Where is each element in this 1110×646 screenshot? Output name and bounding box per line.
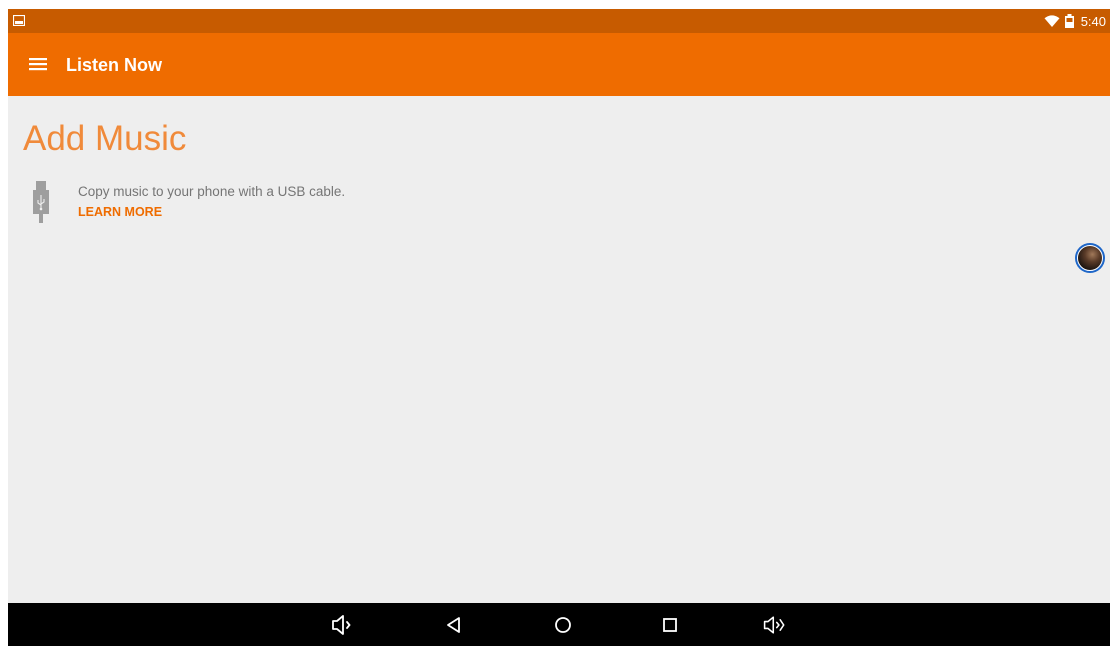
volume-down-button[interactable] [330,612,356,638]
clock: 5:40 [1080,13,1106,29]
volume-up-button[interactable] [762,612,788,638]
menu-icon [29,58,47,71]
usb-hint-text: Copy music to your phone with a USB cabl… [78,184,346,199]
recents-icon [663,618,677,632]
battery-icon [1064,14,1074,28]
screen: 5:40 Listen Now Add Music Copy music to … [8,9,1110,646]
home-icon [555,617,571,633]
learn-more-link[interactable]: LEARN MORE [78,204,162,220]
status-indicators: 5:40 [1044,9,1106,33]
wifi-icon [1044,14,1060,27]
recents-button[interactable] [657,612,683,638]
home-button[interactable] [550,612,576,638]
avatar [1077,245,1103,271]
volume-up-icon [763,616,785,634]
gallery-notification-icon [13,15,25,26]
back-button[interactable] [441,612,467,638]
status-bar: 5:40 [8,9,1110,33]
volume-down-icon [332,615,351,635]
usb-icon [33,181,49,223]
page-title: Add Music [23,119,187,158]
app-bar: Listen Now [8,33,1110,96]
floating-avatar-bubble[interactable] [1075,243,1105,273]
back-icon [447,617,460,633]
app-title: Listen Now [66,55,163,75]
menu-button[interactable] [24,50,52,78]
navigation-bar [8,603,1110,646]
